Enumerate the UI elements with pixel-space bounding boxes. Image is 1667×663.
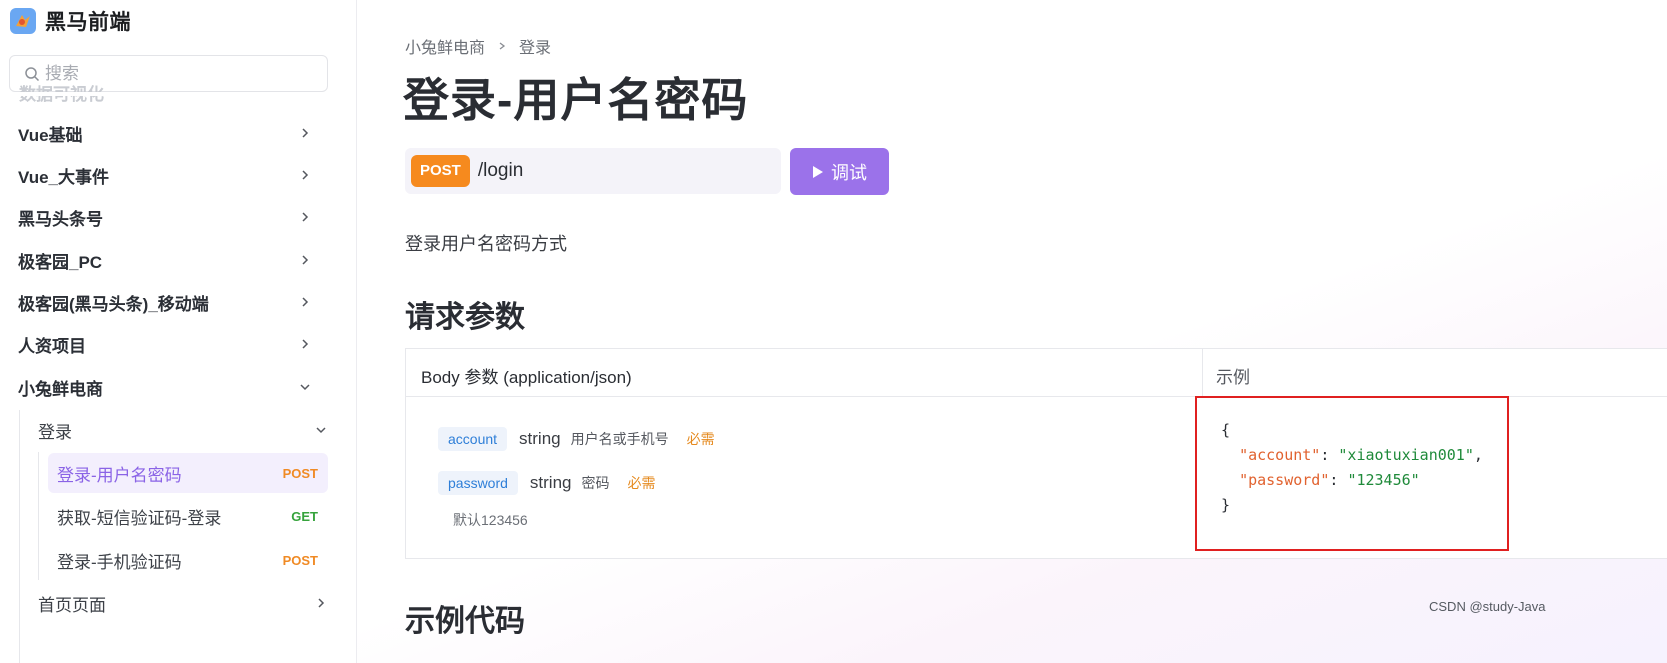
sidebar-leaf-label: 获取-短信验证码-登录 <box>57 508 222 528</box>
chevron-right-icon <box>318 598 325 608</box>
play-icon <box>813 165 823 178</box>
watermark: CSDN @study-Java <box>1429 599 1546 614</box>
chevron-down-icon <box>300 384 310 391</box>
chevron-right-icon <box>302 255 309 265</box>
param-required: 必需 <box>686 431 715 447</box>
sidebar-item-vue-events[interactable]: Vue_大事件 <box>0 155 340 195</box>
header-divider <box>1202 349 1203 397</box>
sidebar-item-vue-basics[interactable]: Vue基础 <box>0 113 340 153</box>
json-value: "123456" <box>1347 471 1420 489</box>
json-key: "account" <box>1239 446 1321 464</box>
param-name: password <box>438 471 518 495</box>
sidebar-item-geek-mobile[interactable]: 极客园(黑马头条)_移动端 <box>0 282 340 322</box>
sidebar-subgroup-login[interactable]: 登录 <box>38 410 338 450</box>
tree-guide-line <box>19 410 20 663</box>
json-key: "password" <box>1239 471 1330 489</box>
sidebar-leaf-login-phone[interactable]: 登录-手机验证码 POST <box>48 540 328 580</box>
sidebar: 黑马前端 数据可视化 Vue基础 Vue_大事件 黑马头条号 极客园_PC 极客… <box>0 0 357 663</box>
main-content: 小兔鲜电商 登录 登录-用户名密码 POST /login 调试 登录用户名密码… <box>357 0 1667 663</box>
breadcrumb: 小兔鲜电商 登录 <box>405 34 551 58</box>
breadcrumb-current[interactable]: 登录 <box>519 34 551 58</box>
endpoint-bar: POST /login <box>405 148 781 194</box>
brand[interactable]: 黑马前端 <box>10 6 131 36</box>
sidebar-item-geek-pc[interactable]: 极客园_PC <box>0 240 340 280</box>
param-desc: 用户名或手机号 <box>570 431 669 447</box>
tree-guide-line <box>38 452 39 580</box>
section-title-code: 示例代码 <box>405 605 525 638</box>
json-brace: } <box>1221 496 1231 514</box>
method-badge: POST <box>282 465 318 481</box>
sidebar-subgroup-home[interactable]: 首页页面 <box>38 583 338 623</box>
param-desc: 密码 <box>581 475 610 491</box>
sidebar-item-clipped[interactable]: 数据可视化 <box>19 80 104 102</box>
sidebar-item-label: 极客园_PC <box>18 252 103 272</box>
endpoint-path: /login <box>477 160 524 181</box>
json-value: "xiaotuxian001" <box>1338 446 1474 464</box>
param-required: 必需 <box>627 475 656 491</box>
sidebar-item-label: 小兔鲜电商 <box>18 379 103 399</box>
debug-button-label: 调试 <box>831 162 867 183</box>
example-json-highlight: { "account": "xiaotuxian001", "password"… <box>1195 396 1509 551</box>
clip-mask <box>0 92 356 96</box>
json-brace: { <box>1221 421 1231 439</box>
chevron-right-icon <box>302 170 309 180</box>
chevron-right-icon <box>302 212 309 222</box>
debug-button[interactable]: 调试 <box>790 148 889 195</box>
sidebar-leaf-login-password[interactable]: 登录-用户名密码 POST <box>48 453 328 493</box>
method-badge: GET <box>291 508 318 524</box>
body-params-header: Body 参数 (application/json) <box>421 368 632 387</box>
sidebar-item-label: Vue基础 <box>18 125 83 145</box>
sidebar-subgroup-label: 首页页面 <box>38 595 106 615</box>
section-title-params: 请求参数 <box>405 301 525 334</box>
chevron-down-icon <box>316 427 326 434</box>
breadcrumb-separator-icon <box>499 42 506 50</box>
chevron-right-icon <box>302 128 309 138</box>
sidebar-leaf-label: 登录-手机验证码 <box>57 552 182 572</box>
param-row: account string 用户名或手机号 必需 <box>438 427 715 451</box>
sidebar-leaf-label: 登录-用户名密码 <box>57 465 182 485</box>
param-type: string <box>529 473 572 492</box>
sidebar-item-label: 黑马头条号 <box>18 209 103 229</box>
sidebar-subgroup-label: 登录 <box>38 422 72 442</box>
sidebar-item-label: 人资项目 <box>18 336 86 356</box>
chevron-right-icon <box>302 297 309 307</box>
chevron-right-icon <box>302 339 309 349</box>
params-header: Body 参数 (application/json) 示例 <box>406 349 1667 397</box>
param-name: account <box>438 427 508 451</box>
example-json-code[interactable]: { "account": "xiaotuxian001", "password"… <box>1221 418 1483 518</box>
param-row: password string 密码 必需 <box>438 471 656 495</box>
brand-logo-icon <box>10 8 36 34</box>
sidebar-item-label: Vue_大事件 <box>18 167 110 187</box>
endpoint-description: 登录用户名密码方式 <box>405 234 567 254</box>
sidebar-leaf-sms-code[interactable]: 获取-短信验证码-登录 GET <box>48 496 328 536</box>
sidebar-item-heima-toutiao[interactable]: 黑马头条号 <box>0 197 340 237</box>
param-type: string <box>519 429 561 448</box>
page-title: 登录-用户名密码 <box>403 74 749 126</box>
sidebar-item-hr-project[interactable]: 人资项目 <box>0 324 340 364</box>
brand-name: 黑马前端 <box>45 11 131 34</box>
sidebar-item-label: 极客园(黑马头条)_移动端 <box>18 294 209 314</box>
sidebar-item-xiaotuxian[interactable]: 小兔鲜电商 <box>0 367 340 407</box>
example-header: 示例 <box>1216 368 1250 387</box>
breadcrumb-parent[interactable]: 小兔鲜电商 <box>405 34 485 58</box>
param-default: 默认123456 <box>453 512 528 528</box>
method-badge: POST <box>411 155 470 187</box>
method-badge: POST <box>282 552 318 568</box>
